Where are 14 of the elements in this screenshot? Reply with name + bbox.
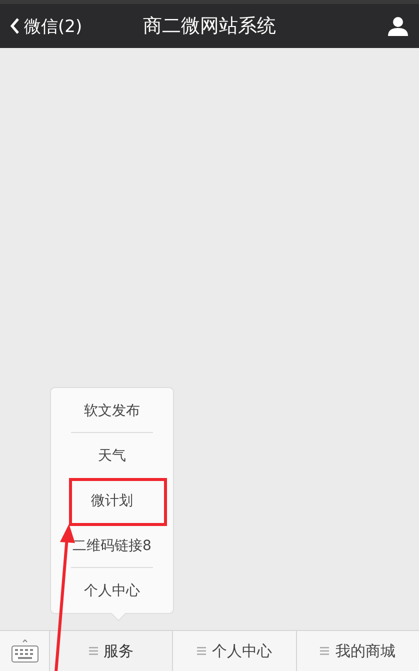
menu-item[interactable]: 二维码链接8	[72, 536, 152, 554]
menu-item[interactable]: 个人中心	[84, 582, 140, 600]
back-chevron-icon	[10, 17, 20, 35]
window-title: 商二微网站系统	[143, 15, 276, 37]
menu-icon	[88, 647, 98, 655]
user-icon[interactable]	[387, 16, 409, 36]
menu-item[interactable]: 软文发布	[84, 402, 140, 420]
menu-icon	[320, 647, 330, 655]
menu-tab[interactable]: 服务	[50, 631, 174, 671]
back-button[interactable]: 微信(2)	[10, 14, 82, 38]
menu-item[interactable]: 天气	[98, 446, 126, 464]
menu-icon	[196, 647, 206, 655]
menu-item[interactable]: 微计划	[91, 492, 133, 510]
keyboard-icon[interactable]	[10, 638, 40, 664]
